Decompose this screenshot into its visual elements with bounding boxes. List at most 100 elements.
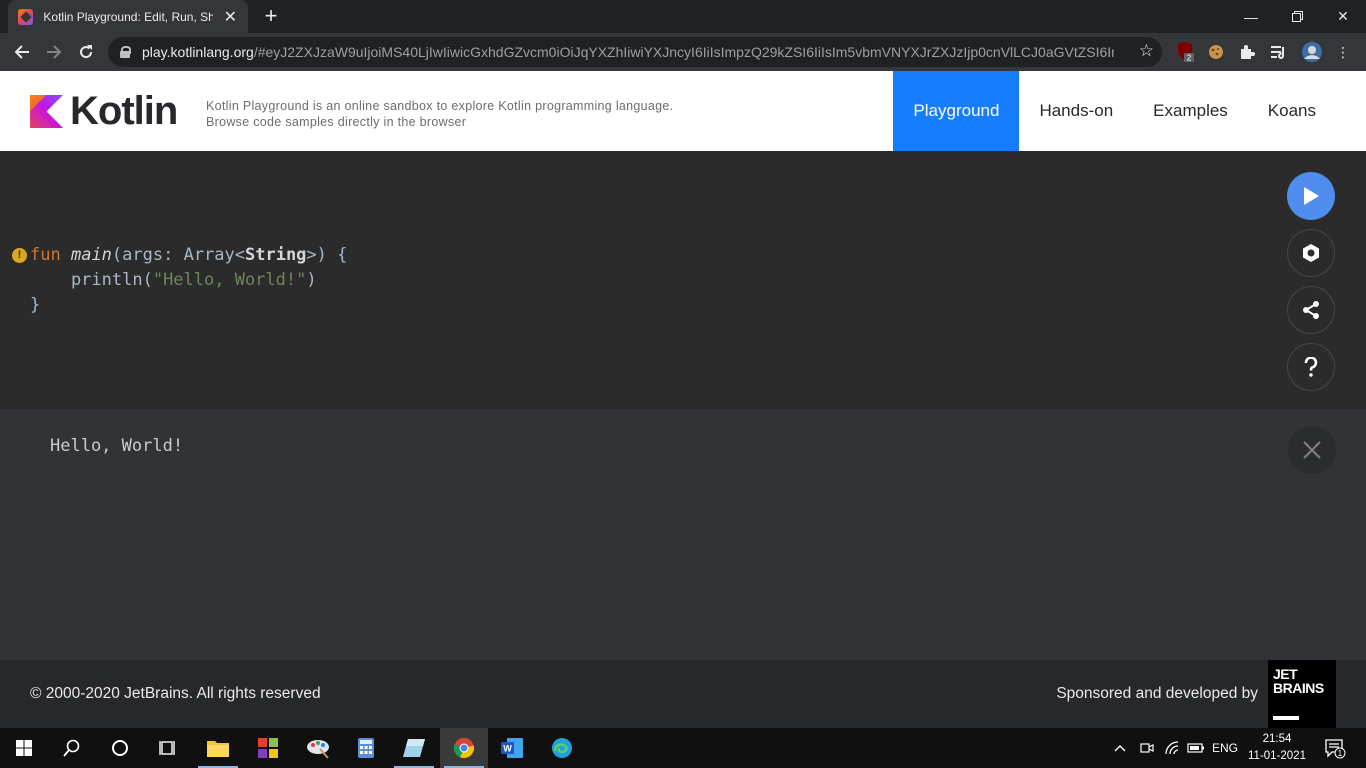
kotlin-logo[interactable]: Kotlin xyxy=(30,91,178,131)
taskbar-file-explorer[interactable] xyxy=(194,728,242,768)
close-window-button[interactable]: ✕ xyxy=(1320,0,1366,33)
taskbar-edge[interactable] xyxy=(538,728,586,768)
nav-playground[interactable]: Playground xyxy=(893,71,1020,151)
paint-palette-icon xyxy=(307,740,329,759)
tray-device-icon[interactable] xyxy=(1140,728,1154,768)
browser-titlebar: Kotlin Playground: Edit, Run, Share Kotl… xyxy=(0,0,1366,33)
keyword-fun: fun xyxy=(30,245,61,265)
cortana-button[interactable] xyxy=(96,728,144,768)
cookie-extension-icon[interactable] xyxy=(1205,41,1227,63)
tray-battery[interactable] xyxy=(1187,728,1205,768)
tray-clock[interactable]: 21:54 11-01-2021 xyxy=(1246,731,1308,765)
code-line: fun main(args: Array<String>) { xyxy=(30,243,347,268)
jetbrains-logo-bar xyxy=(1273,716,1299,720)
site-tagline: Kotlin Playground is an online sandbox t… xyxy=(206,99,674,129)
nav-koans[interactable]: Koans xyxy=(1248,71,1336,151)
ublock-shield-icon: 2 xyxy=(1178,42,1194,63)
clock-time: 21:54 xyxy=(1262,733,1292,745)
top-navigation: Playground Hands-on Examples Koans xyxy=(893,71,1336,151)
browser-tab[interactable]: Kotlin Playground: Edit, Run, Share Kotl… xyxy=(8,0,248,33)
battery-icon xyxy=(1187,743,1204,753)
puzzle-icon xyxy=(1241,45,1255,59)
word-icon: W xyxy=(501,738,523,758)
lock-icon xyxy=(120,46,131,58)
hexagon-settings-icon xyxy=(1303,244,1319,262)
code-line: } xyxy=(30,295,41,315)
meet-now-icon xyxy=(1140,743,1154,753)
sponsor-text: Sponsored and developed by xyxy=(1056,685,1258,702)
notification-center-button[interactable]: 1 xyxy=(1324,728,1346,768)
nav-hands-on[interactable]: Hands-on xyxy=(1019,71,1133,151)
browser-toolbar: play.kotlinlang.org /#eyJ2ZXJzaW9uIjoiMS… xyxy=(0,33,1366,71)
taskbar-calculator[interactable] xyxy=(342,728,390,768)
restore-icon xyxy=(1291,11,1303,22)
tab-close-icon[interactable]: ✕ xyxy=(223,7,238,27)
search-icon xyxy=(63,739,80,757)
minimize-button[interactable]: — xyxy=(1228,0,1274,33)
back-button[interactable] xyxy=(8,38,36,66)
tray-language[interactable]: ENG xyxy=(1212,728,1238,768)
clock-date: 11-01-2021 xyxy=(1248,750,1306,762)
notification-count: 1 xyxy=(1338,749,1343,758)
code-editor[interactable]: ! fun main(args: Array<String>) { printl… xyxy=(0,151,1366,409)
function-name: main xyxy=(70,245,112,265)
taskbar-chrome[interactable] xyxy=(440,728,488,768)
taskbar-word[interactable]: W xyxy=(488,728,536,768)
params-close: >) { xyxy=(306,245,348,265)
share-button[interactable] xyxy=(1287,286,1335,334)
new-tab-button[interactable]: + xyxy=(258,3,284,29)
run-button[interactable] xyxy=(1287,172,1335,220)
media-control-icon[interactable] xyxy=(1268,41,1290,63)
back-arrow-icon xyxy=(14,45,29,59)
question-icon xyxy=(1304,357,1318,377)
help-button[interactable] xyxy=(1287,343,1335,391)
tray-wifi[interactable] xyxy=(1164,728,1180,768)
share-icon xyxy=(1303,301,1319,319)
string-literal: "Hello, World!" xyxy=(152,270,307,290)
ublock-extension-icon[interactable]: 2 xyxy=(1174,41,1196,63)
forward-arrow-icon xyxy=(47,45,62,59)
windows-icon xyxy=(16,740,32,756)
chevron-up-icon xyxy=(1114,745,1126,752)
code-area[interactable]: fun main(args: Array<String>) { println(… xyxy=(30,243,347,318)
close-output-button[interactable] xyxy=(1288,426,1336,474)
taskbar-paint-app[interactable] xyxy=(294,728,342,768)
reload-button[interactable] xyxy=(72,38,100,66)
avatar-icon xyxy=(1302,42,1322,62)
bookmark-star-icon[interactable]: ☆ xyxy=(1139,41,1154,61)
type-string: String xyxy=(245,245,307,265)
browser-menu-button[interactable]: ⋮ xyxy=(1332,41,1354,63)
extensions-puzzle-icon[interactable] xyxy=(1236,41,1258,63)
jb-line2: BRAINS xyxy=(1273,680,1324,696)
taskbar-notes-app[interactable] xyxy=(390,728,438,768)
cortana-icon xyxy=(112,740,128,756)
nav-examples[interactable]: Examples xyxy=(1133,71,1248,151)
reload-icon xyxy=(80,45,93,59)
profile-avatar[interactable] xyxy=(1301,41,1323,63)
cookie-icon xyxy=(1209,45,1223,59)
task-view-button[interactable] xyxy=(144,728,192,768)
search-button[interactable] xyxy=(48,728,96,768)
site-footer: © 2000-2020 JetBrains. All rights reserv… xyxy=(0,660,1366,728)
folder-icon xyxy=(207,741,229,757)
warning-icon[interactable]: ! xyxy=(12,248,27,263)
url-host: play.kotlinlang.org xyxy=(142,44,254,60)
tab-title: Kotlin Playground: Edit, Run, Share Kotl… xyxy=(43,9,213,24)
task-view-icon xyxy=(159,741,175,755)
close-icon xyxy=(1303,441,1321,459)
settings-button[interactable] xyxy=(1287,229,1335,277)
taskbar-app-squares[interactable] xyxy=(244,728,292,768)
forward-button[interactable] xyxy=(40,38,68,66)
tray-overflow-button[interactable] xyxy=(1114,728,1126,768)
jetbrains-logo[interactable]: JET BRAINS xyxy=(1268,660,1336,728)
code-line: println("Hello, World!") xyxy=(30,268,347,293)
output-text: Hello, World! xyxy=(50,436,184,456)
start-button[interactable] xyxy=(0,728,48,768)
svg-text:W: W xyxy=(503,744,512,754)
address-bar[interactable]: play.kotlinlang.org /#eyJ2ZXJzaW9uIjoiMS… xyxy=(108,37,1162,67)
call-close: ) xyxy=(306,270,317,290)
extension-badge: 2 xyxy=(1187,54,1192,63)
output-panel: Hello, World! xyxy=(0,409,1366,660)
restore-button[interactable] xyxy=(1274,0,1320,33)
chrome-icon xyxy=(453,738,475,759)
